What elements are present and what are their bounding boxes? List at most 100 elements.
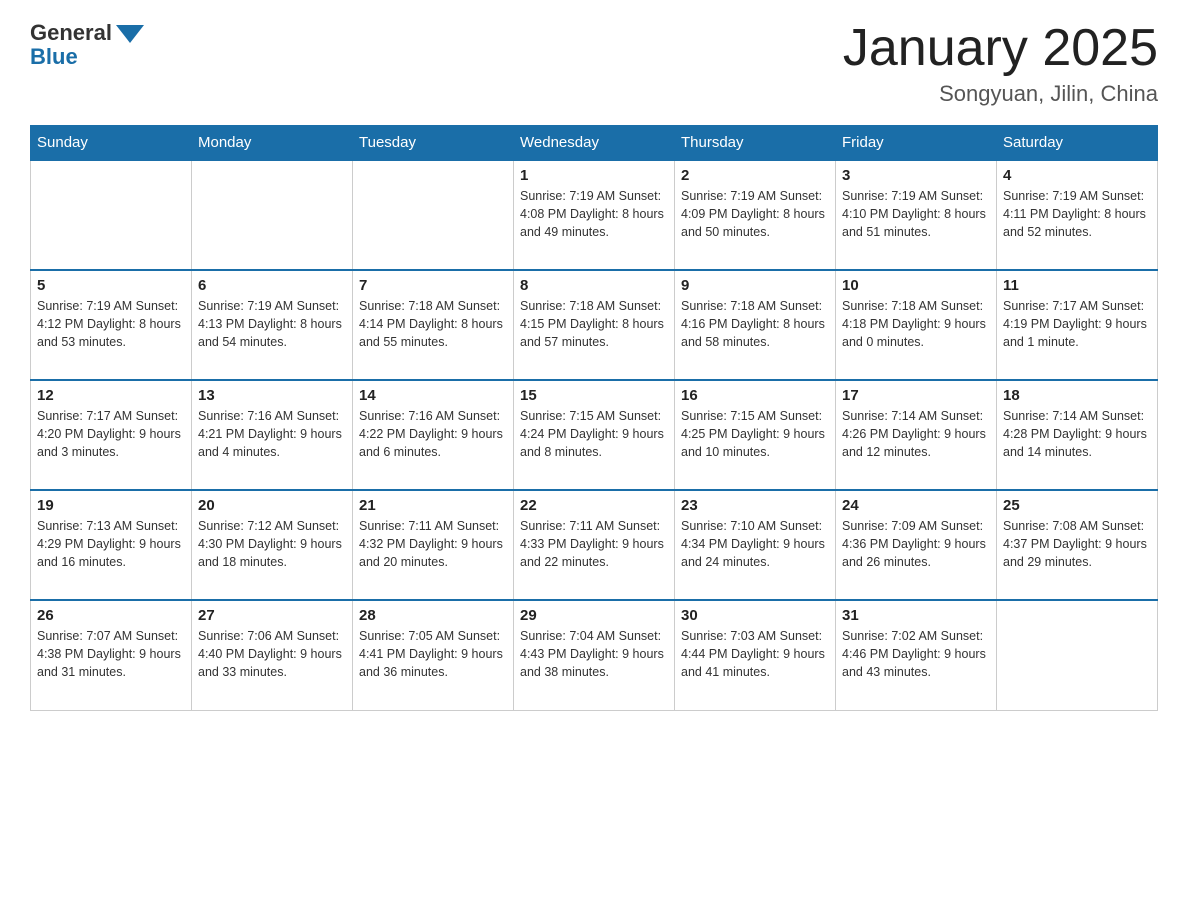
- calendar-title: January 2025: [843, 20, 1158, 77]
- day-info: Sunrise: 7:17 AM Sunset: 4:19 PM Dayligh…: [1003, 297, 1151, 351]
- day-info: Sunrise: 7:10 AM Sunset: 4:34 PM Dayligh…: [681, 517, 829, 571]
- day-info: Sunrise: 7:16 AM Sunset: 4:21 PM Dayligh…: [198, 407, 346, 461]
- day-cell: 11 Sunrise: 7:17 AM Sunset: 4:19 PM Dayli…: [997, 270, 1158, 380]
- day-info: Sunrise: 7:19 AM Sunset: 4:08 PM Dayligh…: [520, 187, 668, 241]
- day-number: 6: [198, 277, 346, 294]
- day-info: Sunrise: 7:17 AM Sunset: 4:20 PM Dayligh…: [37, 407, 185, 461]
- day-info: Sunrise: 7:15 AM Sunset: 4:24 PM Dayligh…: [520, 407, 668, 461]
- day-info: Sunrise: 7:02 AM Sunset: 4:46 PM Dayligh…: [842, 627, 990, 681]
- day-cell: 10 Sunrise: 7:18 AM Sunset: 4:18 PM Dayli…: [836, 270, 997, 380]
- day-number: 4: [1003, 167, 1151, 184]
- day-cell: 21 Sunrise: 7:11 AM Sunset: 4:32 PM Dayli…: [353, 490, 514, 600]
- day-number: 27: [198, 607, 346, 624]
- day-cell: 5Sunrise: 7:19 AM Sunset: 4:12 PM Daylig…: [31, 270, 192, 380]
- logo-general-text: General: [30, 20, 112, 46]
- day-info: Sunrise: 7:04 AM Sunset: 4:43 PM Dayligh…: [520, 627, 668, 681]
- calendar-header: SundayMondayTuesdayWednesdayThursdayFrid…: [31, 126, 1158, 161]
- day-number: 14: [359, 387, 507, 404]
- day-cell: 20Sunrise: 7:12 AM Sunset: 4:30 PM Dayli…: [192, 490, 353, 600]
- day-cell: 3Sunrise: 7:19 AM Sunset: 4:10 PM Daylig…: [836, 160, 997, 270]
- day-cell: 30 Sunrise: 7:03 AM Sunset: 4:44 PM Dayli…: [675, 600, 836, 710]
- calendar-body: 1Sunrise: 7:19 AM Sunset: 4:08 PM Daylig…: [31, 160, 1158, 710]
- logo-triangle-icon: [116, 25, 144, 43]
- week-row-4: 19Sunrise: 7:13 AM Sunset: 4:29 PM Dayli…: [31, 490, 1158, 600]
- header-cell-friday: Friday: [836, 126, 997, 161]
- day-cell: 7 Sunrise: 7:18 AM Sunset: 4:14 PM Daylig…: [353, 270, 514, 380]
- header-cell-tuesday: Tuesday: [353, 126, 514, 161]
- day-cell: 12 Sunrise: 7:17 AM Sunset: 4:20 PM Dayli…: [31, 380, 192, 490]
- day-cell: 31 Sunrise: 7:02 AM Sunset: 4:46 PM Dayli…: [836, 600, 997, 710]
- logo: General Blue: [30, 20, 144, 70]
- day-cell: [192, 160, 353, 270]
- day-number: 31: [842, 607, 990, 624]
- header-cell-thursday: Thursday: [675, 126, 836, 161]
- day-cell: 8 Sunrise: 7:18 AM Sunset: 4:15 PM Daylig…: [514, 270, 675, 380]
- header-cell-monday: Monday: [192, 126, 353, 161]
- day-cell: 16 Sunrise: 7:15 AM Sunset: 4:25 PM Dayli…: [675, 380, 836, 490]
- day-number: 9: [681, 277, 829, 294]
- day-info: Sunrise: 7:15 AM Sunset: 4:25 PM Dayligh…: [681, 407, 829, 461]
- header-row: SundayMondayTuesdayWednesdayThursdayFrid…: [31, 126, 1158, 161]
- day-number: 11: [1003, 277, 1151, 294]
- day-info: Sunrise: 7:18 AM Sunset: 4:15 PM Dayligh…: [520, 297, 668, 351]
- day-number: 20: [198, 497, 346, 514]
- day-info: Sunrise: 7:11 AM Sunset: 4:32 PM Dayligh…: [359, 517, 507, 571]
- day-cell: 17Sunrise: 7:14 AM Sunset: 4:26 PM Dayli…: [836, 380, 997, 490]
- day-cell: 1Sunrise: 7:19 AM Sunset: 4:08 PM Daylig…: [514, 160, 675, 270]
- week-row-2: 5Sunrise: 7:19 AM Sunset: 4:12 PM Daylig…: [31, 270, 1158, 380]
- day-cell: 24Sunrise: 7:09 AM Sunset: 4:36 PM Dayli…: [836, 490, 997, 600]
- day-number: 2: [681, 167, 829, 184]
- day-info: Sunrise: 7:18 AM Sunset: 4:16 PM Dayligh…: [681, 297, 829, 351]
- week-row-1: 1Sunrise: 7:19 AM Sunset: 4:08 PM Daylig…: [31, 160, 1158, 270]
- calendar-table: SundayMondayTuesdayWednesdayThursdayFrid…: [30, 125, 1158, 711]
- day-cell: 19Sunrise: 7:13 AM Sunset: 4:29 PM Dayli…: [31, 490, 192, 600]
- day-number: 26: [37, 607, 185, 624]
- day-number: 10: [842, 277, 990, 294]
- day-number: 15: [520, 387, 668, 404]
- day-number: 16: [681, 387, 829, 404]
- day-cell: 15 Sunrise: 7:15 AM Sunset: 4:24 PM Dayli…: [514, 380, 675, 490]
- day-cell: 23 Sunrise: 7:10 AM Sunset: 4:34 PM Dayli…: [675, 490, 836, 600]
- day-cell: 6Sunrise: 7:19 AM Sunset: 4:13 PM Daylig…: [192, 270, 353, 380]
- calendar-subtitle: Songyuan, Jilin, China: [843, 81, 1158, 107]
- header-cell-wednesday: Wednesday: [514, 126, 675, 161]
- day-info: Sunrise: 7:14 AM Sunset: 4:28 PM Dayligh…: [1003, 407, 1151, 461]
- day-number: 22: [520, 497, 668, 514]
- day-cell: 28Sunrise: 7:05 AM Sunset: 4:41 PM Dayli…: [353, 600, 514, 710]
- day-info: Sunrise: 7:19 AM Sunset: 4:10 PM Dayligh…: [842, 187, 990, 241]
- day-number: 25: [1003, 497, 1151, 514]
- day-cell: 25 Sunrise: 7:08 AM Sunset: 4:37 PM Dayli…: [997, 490, 1158, 600]
- day-info: Sunrise: 7:19 AM Sunset: 4:09 PM Dayligh…: [681, 187, 829, 241]
- day-cell: 27 Sunrise: 7:06 AM Sunset: 4:40 PM Dayli…: [192, 600, 353, 710]
- day-cell: 13 Sunrise: 7:16 AM Sunset: 4:21 PM Dayli…: [192, 380, 353, 490]
- day-info: Sunrise: 7:19 AM Sunset: 4:11 PM Dayligh…: [1003, 187, 1151, 241]
- day-number: 8: [520, 277, 668, 294]
- day-number: 18: [1003, 387, 1151, 404]
- day-info: Sunrise: 7:06 AM Sunset: 4:40 PM Dayligh…: [198, 627, 346, 681]
- day-number: 30: [681, 607, 829, 624]
- day-cell: [31, 160, 192, 270]
- header-cell-sunday: Sunday: [31, 126, 192, 161]
- day-info: Sunrise: 7:13 AM Sunset: 4:29 PM Dayligh…: [37, 517, 185, 571]
- day-info: Sunrise: 7:07 AM Sunset: 4:38 PM Dayligh…: [37, 627, 185, 681]
- header-cell-saturday: Saturday: [997, 126, 1158, 161]
- day-info: Sunrise: 7:08 AM Sunset: 4:37 PM Dayligh…: [1003, 517, 1151, 571]
- day-number: 23: [681, 497, 829, 514]
- day-number: 21: [359, 497, 507, 514]
- title-block: January 2025 Songyuan, Jilin, China: [843, 20, 1158, 107]
- day-number: 13: [198, 387, 346, 404]
- day-number: 7: [359, 277, 507, 294]
- day-number: 12: [37, 387, 185, 404]
- week-row-5: 26 Sunrise: 7:07 AM Sunset: 4:38 PM Dayli…: [31, 600, 1158, 710]
- day-info: Sunrise: 7:05 AM Sunset: 4:41 PM Dayligh…: [359, 627, 507, 681]
- logo-blue-text: Blue: [30, 44, 78, 70]
- day-number: 17: [842, 387, 990, 404]
- day-cell: [997, 600, 1158, 710]
- day-info: Sunrise: 7:03 AM Sunset: 4:44 PM Dayligh…: [681, 627, 829, 681]
- day-cell: 2 Sunrise: 7:19 AM Sunset: 4:09 PM Daylig…: [675, 160, 836, 270]
- day-info: Sunrise: 7:18 AM Sunset: 4:18 PM Dayligh…: [842, 297, 990, 351]
- day-number: 5: [37, 277, 185, 294]
- day-cell: [353, 160, 514, 270]
- day-info: Sunrise: 7:18 AM Sunset: 4:14 PM Dayligh…: [359, 297, 507, 351]
- day-cell: 26 Sunrise: 7:07 AM Sunset: 4:38 PM Dayli…: [31, 600, 192, 710]
